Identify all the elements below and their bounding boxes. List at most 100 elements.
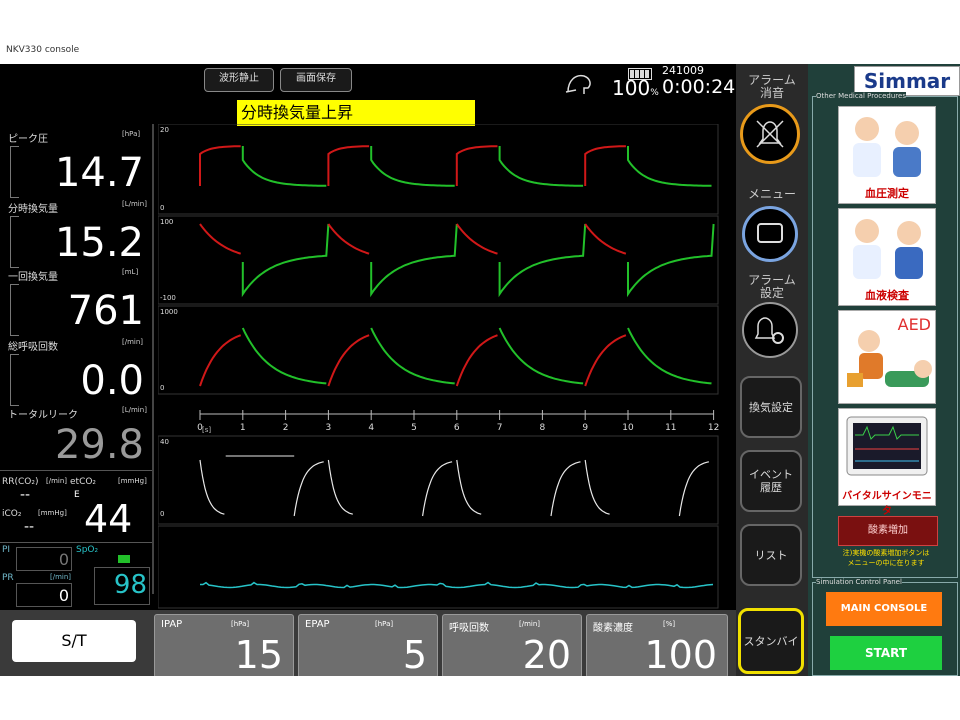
mode-button[interactable]: S/T <box>12 620 136 662</box>
volume-exp-segment <box>627 327 712 385</box>
pleth-panel-frame <box>158 525 719 609</box>
pressure-exp-segment <box>370 146 455 187</box>
setting-resp-rate[interactable]: 呼吸回数 [/min] 20 <box>442 614 582 676</box>
capno-fall-segment <box>584 459 610 515</box>
time-tick-label: 11 <box>665 423 676 433</box>
volume-insp-segment <box>455 334 498 387</box>
rr-co2-unit: [/min] <box>46 477 68 485</box>
alarm-settings-label: アラーム 設定 <box>748 273 796 300</box>
standby-button[interactable]: スタンバイ <box>738 608 804 674</box>
flow-scale-top: 100 <box>160 218 174 226</box>
divider <box>152 124 154 594</box>
oxygen-increase-button[interactable]: 酸素増加 <box>838 516 938 546</box>
spo2-box: 98 <box>94 567 150 605</box>
time-tick-label: 1 <box>240 423 246 433</box>
card-aed[interactable]: AED <box>838 310 936 404</box>
flow-insp-segment <box>327 223 370 255</box>
spo2-panel: PI 0 SpO₂ PR [/min] 0 98 <box>0 542 152 609</box>
etco2-unit: [mmHg] <box>118 477 147 485</box>
clock: 0:00:24 <box>662 76 736 98</box>
time-unit: [s] <box>202 426 211 434</box>
waveform-area: 0 1 2 3 4 5 6 7 8 9 10 11 12 [s] <box>158 124 719 609</box>
setting-unit: [%] <box>663 620 676 628</box>
card-blood-test[interactable]: 血液検査 <box>838 208 936 306</box>
volume-scale-bottom: 0 <box>160 384 165 392</box>
alarm-silence-button[interactable] <box>740 104 800 164</box>
top-spo2-unit: % <box>650 88 659 98</box>
pressure-insp-segment <box>584 145 626 186</box>
pressure-exp-segment <box>498 146 584 187</box>
freeze-waveform-button[interactable]: 波形静止 <box>204 68 274 92</box>
list-button[interactable]: リスト <box>740 524 802 586</box>
time-ticks: 0 1 2 3 4 5 6 7 8 9 10 11 12 <box>197 410 719 433</box>
spo2-label: SpO₂ <box>76 545 99 555</box>
flow-scale-bottom: -100 <box>160 294 176 302</box>
time-tick-label: 5 <box>411 423 417 433</box>
pressure-exp-segment <box>627 146 712 187</box>
card-vital-monitor[interactable]: バイタルサインモニタ <box>838 408 936 517</box>
setting-fio2[interactable]: 酸素濃度 [%] 100 <box>586 614 728 676</box>
setting-epap[interactable]: EPAP [hPa] 5 <box>298 614 438 676</box>
setting-unit: [hPa] <box>231 620 250 628</box>
co2-scale-top: 40 <box>160 438 169 446</box>
alarm-settings-button[interactable] <box>742 302 798 358</box>
rr-co2-label: RR(CO₂) <box>2 477 39 487</box>
co2-scale-bottom: 0 <box>160 510 165 518</box>
card-label: 血圧測定 <box>865 187 909 200</box>
time-tick-label: 6 <box>454 423 460 433</box>
event-history-button[interactable]: イベント 履歴 <box>740 450 802 512</box>
capno-rise-segment <box>293 461 324 517</box>
vent-settings-button[interactable]: 換気設定 <box>740 376 802 438</box>
setting-unit: [hPa] <box>375 620 394 628</box>
card-blood-pressure[interactable]: 血圧測定 <box>838 106 936 204</box>
menu-window-icon <box>757 223 783 243</box>
pressure-exp-segment <box>241 146 327 187</box>
card-label: 血液検査 <box>865 289 909 302</box>
flow-exp-segment <box>498 223 587 298</box>
volume-waveform <box>199 327 712 387</box>
bell-gear-icon <box>754 317 784 344</box>
top-spo2: 100% <box>612 76 659 100</box>
time-tick-label: 8 <box>540 423 546 433</box>
ico2-dashes: -- <box>24 519 35 535</box>
setting-value: 15 <box>234 633 283 676</box>
save-screen-button[interactable]: 画面保存 <box>280 68 352 92</box>
capno-rise-segment <box>550 461 581 517</box>
start-button[interactable]: START <box>830 636 942 670</box>
param-unit: [L/min] <box>122 406 147 414</box>
param-bracket <box>10 354 19 406</box>
flow-exp-segment <box>627 223 715 298</box>
pressure-insp-segment <box>199 145 241 186</box>
param-bracket <box>10 146 19 198</box>
param-label: 一回換気量 <box>8 272 58 283</box>
capno-fall-segment <box>199 459 225 515</box>
pressure-insp-segment <box>455 145 498 186</box>
menu-button[interactable] <box>742 206 798 262</box>
setting-ipap[interactable]: IPAP [hPa] 15 <box>154 614 294 676</box>
flow-exp-segment <box>241 223 330 298</box>
capnogram-waveform <box>199 455 710 517</box>
ico2-label: iCO₂ <box>2 509 22 519</box>
pleth-trace <box>200 581 714 589</box>
param-value: 29.8 <box>54 422 144 468</box>
volume-insp-segment <box>584 334 627 387</box>
main-console-button[interactable]: MAIN CONSOLE <box>826 592 942 626</box>
pi-value: 0 <box>58 550 69 569</box>
volume-exp-segment <box>370 327 455 385</box>
rr-co2-value-suffix: E <box>74 490 80 500</box>
param-label: 総呼吸回数 <box>8 342 58 353</box>
alarm-silence-label: アラーム 消音 <box>748 73 796 100</box>
time-tick-label: 4 <box>368 423 374 433</box>
setting-label: 呼吸回数 <box>449 623 489 634</box>
time-tick-label: 9 <box>582 423 588 433</box>
param-value: 0.0 <box>80 358 144 404</box>
card-label: AED <box>897 315 931 334</box>
param-unit: [hPa] <box>122 130 141 138</box>
blood-test-illustration <box>853 219 923 279</box>
setting-value: 100 <box>644 633 717 676</box>
param-bracket <box>10 216 19 268</box>
volume-insp-segment <box>327 334 370 387</box>
pr-label: PR <box>2 573 14 583</box>
sim-section-title: Simulation Control Panel <box>816 578 902 586</box>
card-label: バイタルサインモニタ <box>842 491 932 517</box>
